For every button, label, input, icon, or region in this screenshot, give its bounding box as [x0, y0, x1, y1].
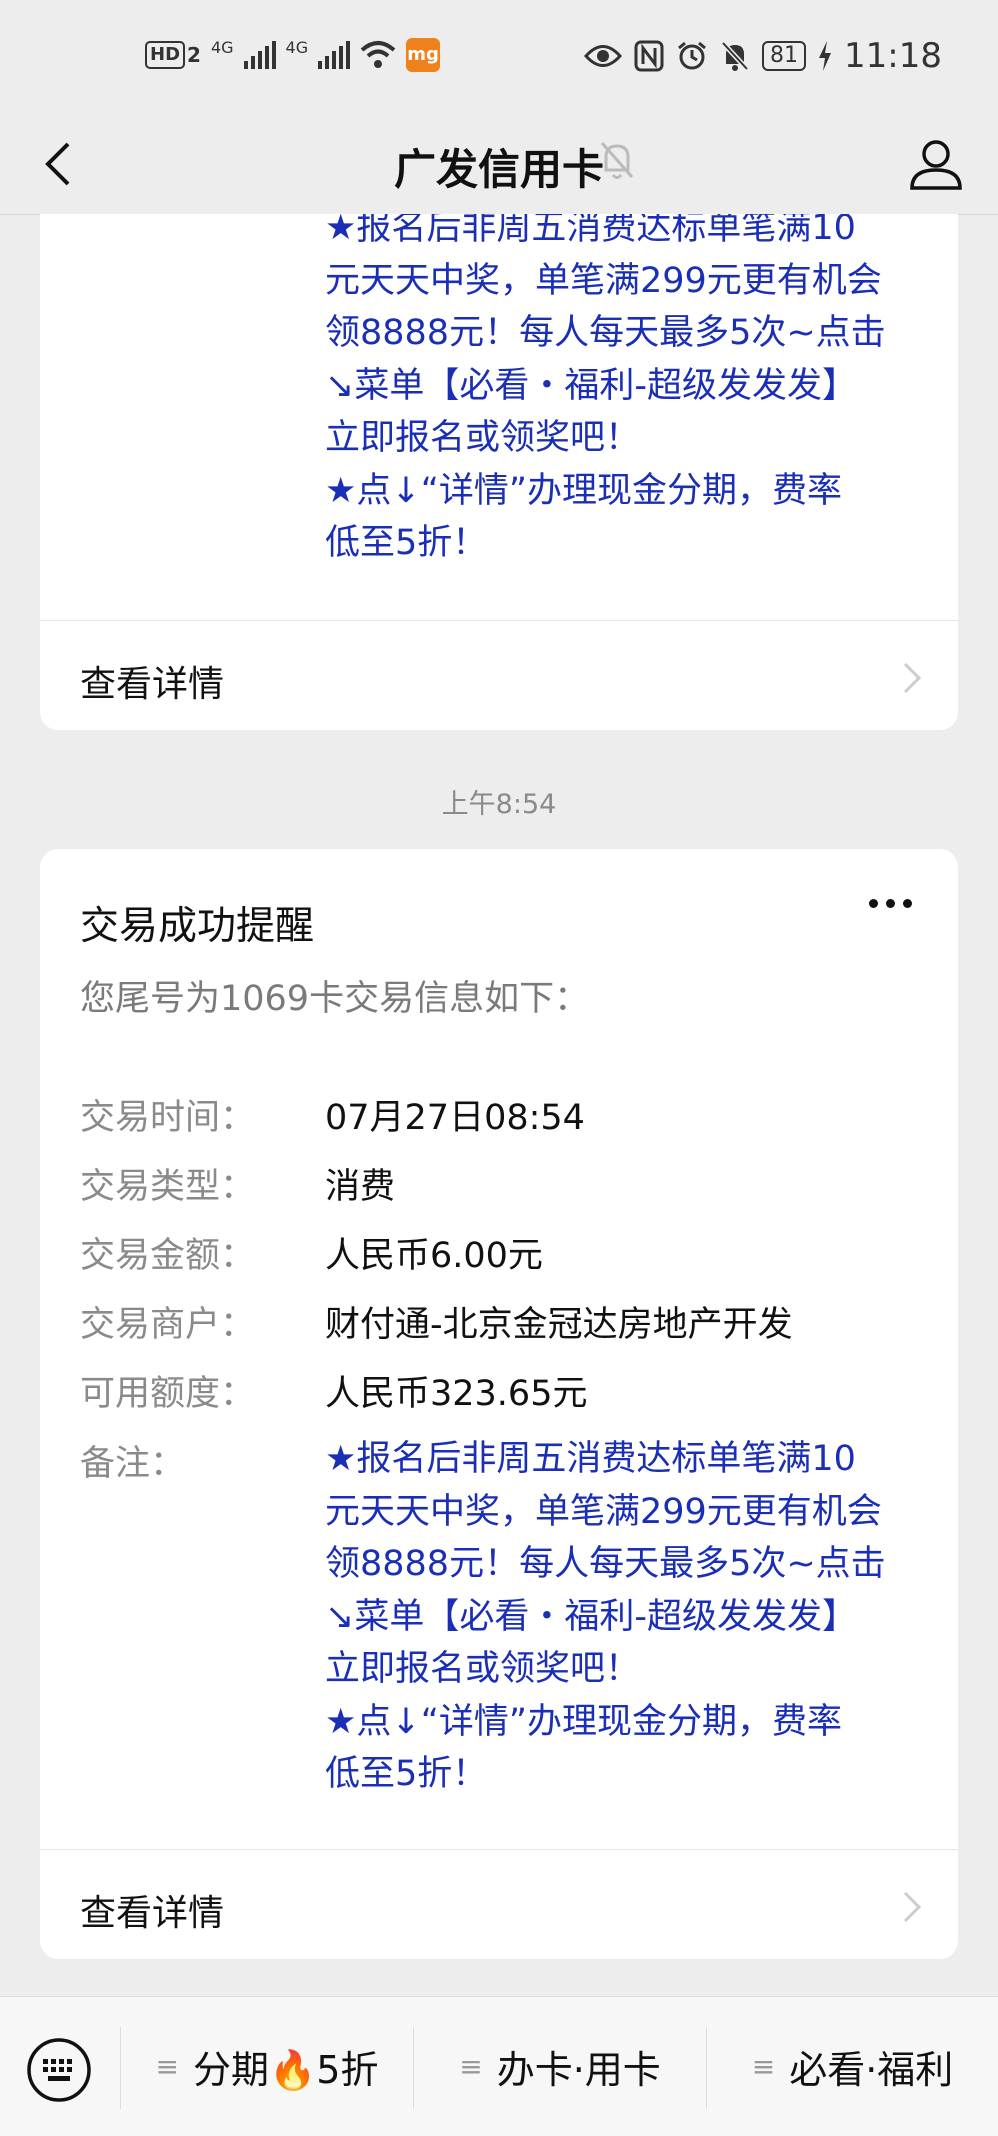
network-4g-label-2: 4G	[285, 38, 309, 57]
signal-icon-2	[318, 41, 351, 69]
remark-text: ★报名后非周五消费达标单笔满10 元天天中奖，单笔满299元更有机会 领8888…	[325, 1439, 886, 1794]
menu-list-icon: ≡	[459, 2050, 483, 2083]
menu-card-service[interactable]: ≡ 办卡·用卡	[414, 1997, 706, 2136]
message-card-transaction: 交易成功提醒 您尾号为1069卡交易信息如下： 交易时间： 07月27日08:5…	[40, 849, 958, 1959]
signal-icon	[243, 41, 276, 69]
message-subtitle: 您尾号为1069卡交易信息如下：	[80, 979, 590, 1019]
chat-header: 广发信用卡	[0, 112, 998, 215]
menu-installment[interactable]: ≡ 分期🔥5折	[121, 1997, 413, 2136]
message-card-previous: ★报名后非周五消费达标单笔满10 元天天中奖，单笔满299元更有机会 领8888…	[40, 214, 958, 730]
menu-benefits-label: 必看·福利	[789, 2048, 954, 2092]
chevron-right-icon-2	[903, 1891, 922, 1923]
view-details-label-2: 查看详情	[80, 1893, 225, 1934]
field-value-time: 07月27日08:54	[325, 1098, 585, 1138]
network-4g-label: 4G	[210, 38, 234, 57]
status-right: 81 11:18	[584, 36, 942, 76]
message-timestamp: 上午8:54	[441, 789, 557, 820]
app-notification-icon: mg	[406, 38, 441, 72]
page-title: 广发信用卡	[393, 145, 604, 194]
charging-icon	[819, 41, 832, 71]
field-label-merchant: 交易商户：	[80, 1305, 256, 1345]
field-value-credit: 人民币323.65元	[325, 1374, 588, 1414]
battery-level: 81	[762, 41, 807, 71]
field-value-type: 消费	[325, 1167, 396, 1207]
field-value-merchant: 财付通-北京金冠达房地产开发	[325, 1305, 793, 1345]
more-options-icon[interactable]	[869, 899, 912, 908]
wifi-icon	[360, 41, 396, 68]
menu-benefits[interactable]: ≡ 必看·福利	[707, 1997, 998, 2136]
promo-text: ★报名后非周五消费达标单笔满10 元天天中奖，单笔满299元更有机会 领8888…	[325, 214, 886, 563]
nfc-icon	[634, 40, 664, 72]
menu-list-icon: ≡	[751, 2050, 776, 2083]
view-details-button[interactable]: 查看详情	[40, 620, 958, 730]
keyboard-icon[interactable]	[26, 2037, 92, 2103]
clock: 11:18	[844, 36, 942, 76]
status-left: HD 2 4G 4G mg	[145, 38, 441, 72]
alarm-icon	[678, 41, 706, 70]
field-label-type: 交易类型：	[80, 1167, 256, 1207]
chevron-right-icon	[903, 662, 922, 694]
silent-bell-icon	[721, 41, 749, 71]
field-value-amount: 人民币6.00元	[325, 1236, 543, 1276]
menu-list-icon: ≡	[155, 2050, 179, 2083]
profile-icon[interactable]	[904, 132, 968, 196]
status-bar: HD 2 4G 4G mg 81 11:18	[0, 0, 998, 112]
bottom-menu-bar: ≡ 分期🔥5折 ≡ 办卡·用卡 ≡ 必看·福利	[0, 1996, 998, 2136]
message-title: 交易成功提醒	[80, 904, 315, 949]
field-label-credit: 可用额度：	[80, 1374, 256, 1414]
hd-badge: HD	[145, 41, 186, 69]
view-details-button-2[interactable]: 查看详情	[40, 1849, 958, 1959]
field-label-time: 交易时间：	[80, 1098, 256, 1138]
field-label-amount: 交易金额：	[80, 1236, 256, 1276]
field-label-remark: 备注：	[80, 1444, 186, 1484]
sim2-label: 2	[187, 43, 201, 67]
muted-bell-icon	[600, 142, 634, 179]
eye-icon	[584, 45, 623, 67]
view-details-label: 查看详情	[80, 664, 225, 705]
menu-card-service-label: 办卡·用卡	[496, 2048, 661, 2092]
menu-installment-label: 分期🔥5折	[192, 2048, 379, 2092]
